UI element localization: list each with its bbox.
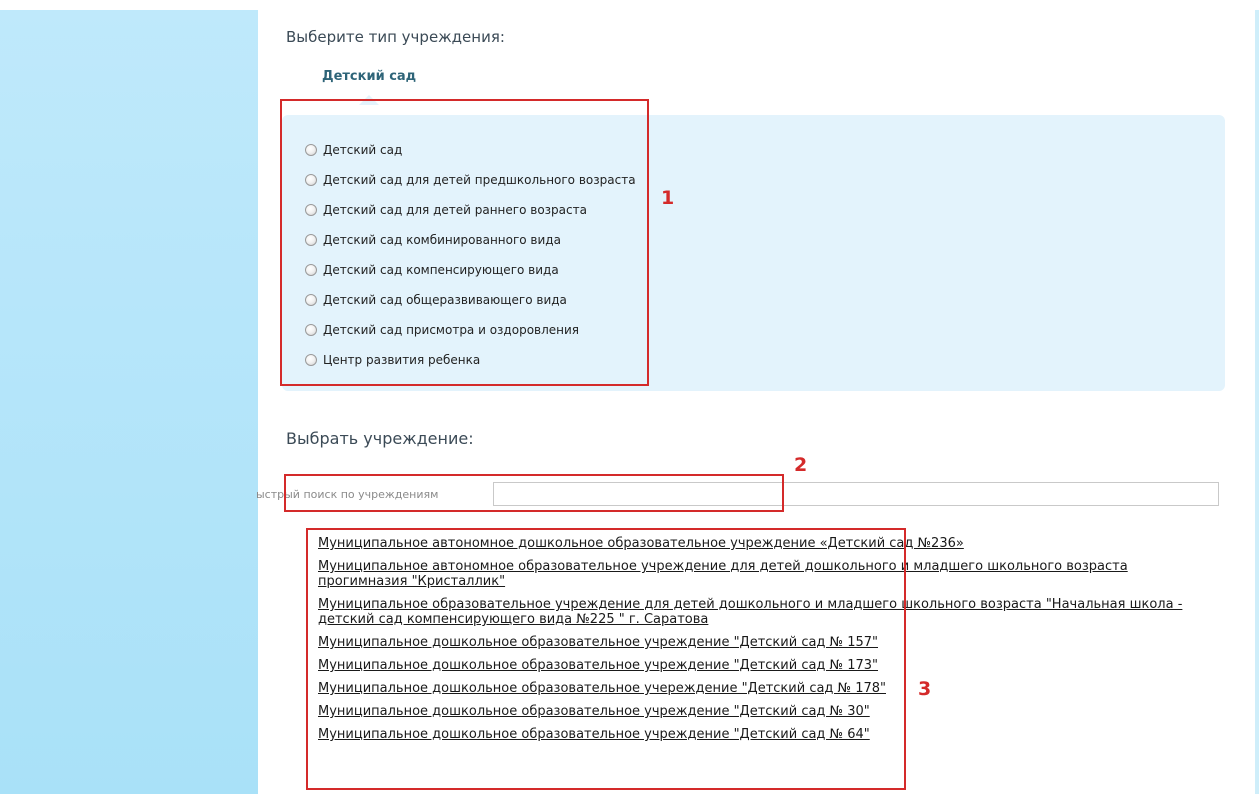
annotation-box-1 [280, 99, 649, 386]
annotation-number-2: 2 [794, 454, 808, 476]
annotation-number-1: 1 [661, 187, 675, 209]
choose-institution-heading: Выбрать учреждение: [286, 429, 474, 448]
tab-kindergarten[interactable]: Детский сад [322, 69, 416, 84]
annotation-box-2 [284, 474, 784, 512]
annotation-number-3: 3 [918, 678, 932, 700]
institution-type-heading: Выберите тип учреждения: [286, 28, 505, 46]
right-edge-bar [1255, 10, 1259, 794]
annotation-box-3 [306, 528, 906, 790]
left-sidebar [0, 10, 258, 794]
